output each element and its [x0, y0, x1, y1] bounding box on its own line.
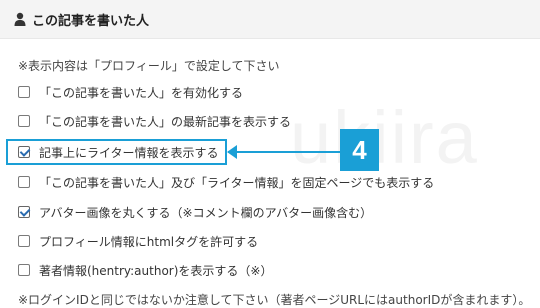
section-header: この記事を書いた人 — [0, 0, 540, 39]
option-show-latest-posts[interactable]: 「この記事を書いた人」の最新記事を表示する — [18, 111, 291, 131]
option-label: アバター画像を丸くする（※コメント欄のアバター画像含む） — [39, 205, 373, 220]
callout-arrow-line — [228, 151, 340, 153]
option-label: 「この記事を書いた人」を有効化する — [39, 85, 244, 100]
option-label: プロフィール情報にhtmlタグを許可する — [39, 234, 259, 249]
option-label: 著者情報(hentry:author)を表示する（※） — [39, 263, 273, 278]
option-label: 「この記事を書いた人」及び「ライター情報」を固定ページでも表示する — [39, 175, 435, 190]
checkbox[interactable] — [18, 235, 30, 247]
callout-arrow-head — [227, 145, 237, 159]
watermark: ukiira — [290, 96, 479, 179]
settings-note: ※表示内容は「プロフィール」で設定して下さい — [18, 59, 280, 73]
user-icon — [14, 12, 26, 26]
checkbox[interactable] — [18, 115, 30, 127]
option-enable-author-box[interactable]: 「この記事を書いた人」を有効化する — [18, 82, 243, 102]
step-badge: 4 — [340, 129, 379, 171]
checkbox[interactable] — [18, 264, 30, 276]
section-title: この記事を書いた人 — [32, 13, 150, 29]
option-label: 「この記事を書いた人」の最新記事を表示する — [39, 114, 292, 129]
login-id-note: ※ログインIDと同じではないか注意して下さい（著者ページURLにはauthorI… — [18, 293, 531, 307]
checkbox[interactable] — [18, 86, 30, 98]
checkbox-checked[interactable] — [18, 206, 30, 218]
option-show-on-pages[interactable]: 「この記事を書いた人」及び「ライター情報」を固定ページでも表示する — [18, 172, 434, 192]
option-round-avatar[interactable]: アバター画像を丸くする（※コメント欄のアバター画像含む） — [18, 202, 372, 222]
option-allow-html-profile[interactable]: プロフィール情報にhtmlタグを許可する — [18, 231, 258, 251]
checkbox[interactable] — [18, 176, 30, 188]
option-show-author-info[interactable]: 著者情報(hentry:author)を表示する（※） — [18, 260, 272, 280]
highlight-box — [6, 139, 227, 165]
